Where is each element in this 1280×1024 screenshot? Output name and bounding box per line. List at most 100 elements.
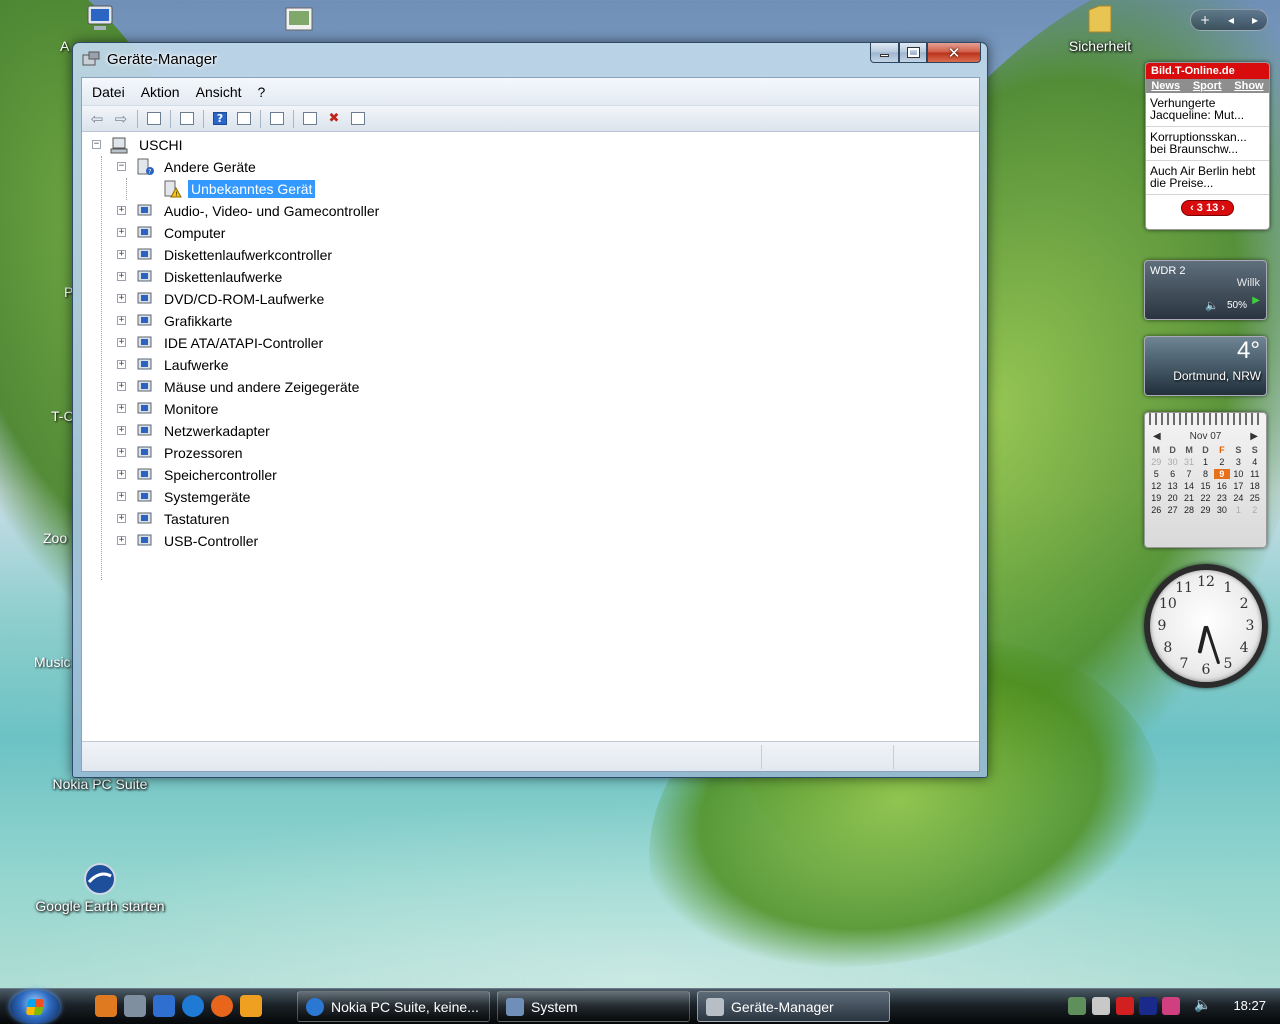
menu-aktion[interactable]: Aktion [133,82,188,102]
show-hide-console-tree-button[interactable] [143,109,165,129]
calendar-day[interactable]: 18 [1247,481,1263,491]
calendar-day[interactable]: 30 [1164,457,1180,467]
menu-help[interactable]: ? [250,82,274,102]
calendar-day[interactable]: 13 [1164,481,1180,491]
menu-datei[interactable]: Datei [84,82,133,102]
forward-button[interactable]: ⇨ [110,109,132,129]
expand-icon[interactable]: + [117,360,126,369]
calendar-day[interactable]: 28 [1181,505,1197,515]
calendar-day[interactable]: 31 [1181,457,1197,467]
collapse-icon[interactable]: − [117,162,126,171]
quicklaunch-switch-windows-icon[interactable] [153,995,175,1017]
tree-node-category[interactable]: + Laufwerke [117,354,232,376]
previous-page-button[interactable]: ◂ [1228,13,1234,27]
update-driver-button[interactable] [299,109,321,129]
uninstall-button[interactable]: ✖ [323,109,345,129]
expand-icon[interactable]: + [117,250,126,259]
calendar-day[interactable]: 3 [1230,457,1246,467]
tree-node-category[interactable]: − ? Andere Geräte [117,156,259,178]
expand-icon[interactable]: + [117,206,126,215]
calendar-day[interactable]: 10 [1230,469,1246,479]
calendar-day[interactable]: 11 [1247,469,1263,479]
calendar-gadget[interactable]: ◀ Nov 07 ▶ M D M D F S S 29 30 31 1 2 3 4 5 6 7 8 9 10 11 12 1… [1144,412,1267,548]
scan-hardware-changes-button[interactable] [266,109,288,129]
close-button[interactable]: ✕ [927,43,981,63]
tree-node-category[interactable]: + Diskettenlaufwerke [117,266,285,288]
expand-icon[interactable]: + [117,448,126,457]
quicklaunch-firefox-icon[interactable] [211,995,233,1017]
expand-icon[interactable]: + [117,470,126,479]
calendar-day[interactable]: 23 [1214,493,1230,503]
calendar-day[interactable]: 12 [1148,481,1164,491]
calendar-day[interactable]: 29 [1197,505,1213,515]
calendar-prev-icon[interactable]: ◀ [1153,431,1161,442]
tree-node-root[interactable]: − USCHI [92,134,186,156]
tree-node-category[interactable]: + Monitore [117,398,221,420]
back-button[interactable]: ⇦ [86,109,108,129]
news-headline[interactable]: Auch Air Berlin hebt die Preise... [1146,161,1269,195]
add-gadget-button[interactable]: + [1200,13,1210,27]
menu-ansicht[interactable]: Ansicht [188,82,250,102]
tree-node-category[interactable]: + Netzwerkadapter [117,420,273,442]
calendar-day[interactable]: 20 [1164,493,1180,503]
desktop-icon-google-earth[interactable]: Google Earth starten [26,862,174,914]
tree-node-category[interactable]: + Mäuse und andere Zeigegeräte [117,376,362,398]
tree-node-category[interactable]: + Systemgeräte [117,486,253,508]
calendar-day[interactable]: 15 [1197,481,1213,491]
desktop-icon-nokia-pc-suite[interactable]: Nokia PC Suite [38,776,162,792]
calendar-day[interactable]: 25 [1247,493,1263,503]
calendar-day[interactable]: 26 [1148,505,1164,515]
tree-node-category[interactable]: + Audio-, Video- und Gamecontroller [117,200,382,222]
expand-icon[interactable]: + [117,316,126,325]
tree-node-category[interactable]: + Grafikkarte [117,310,235,332]
calendar-day[interactable]: 30 [1214,505,1230,515]
tree-node-category[interactable]: + USB-Controller [117,530,261,552]
maximize-button[interactable] [899,43,927,63]
calendar-next-icon[interactable]: ▶ [1250,431,1258,442]
calendar-day[interactable]: 7 [1181,469,1197,479]
tree-node-category[interactable]: + Tastaturen [117,508,232,530]
news-tab-news[interactable]: News [1151,80,1180,92]
taskbar-button-nokia-pc-suite[interactable]: Nokia PC Suite, keine... [297,991,490,1022]
start-button[interactable] [10,990,60,1024]
volume-icon[interactable]: 🔈 [1194,997,1212,1015]
expand-icon[interactable]: + [117,492,126,501]
taskbar-clock[interactable]: 18:27 [1233,998,1266,1013]
calendar-day[interactable]: 2 [1214,457,1230,467]
tree-node-category[interactable]: + Diskettenlaufwerkcontroller [117,244,335,266]
calendar-day[interactable]: 5 [1148,469,1164,479]
expand-icon[interactable]: + [117,338,126,347]
calendar-day[interactable]: 4 [1247,457,1263,467]
calendar-day[interactable]: 14 [1181,481,1197,491]
calendar-day[interactable]: 24 [1230,493,1246,503]
t-online-icon[interactable] [1162,997,1180,1015]
wireless-icon[interactable] [1139,997,1157,1015]
expand-icon[interactable]: + [117,272,126,281]
taskbar-button-geraete-manager[interactable]: Geräte-Manager [697,991,890,1022]
antivirus-icon[interactable] [1116,997,1134,1015]
desktop-icon-computer[interactable] [78,4,122,36]
disable-device-button[interactable] [347,109,369,129]
network-icon[interactable] [1068,997,1086,1015]
desktop-icon-picture[interactable] [282,6,316,34]
expand-icon[interactable]: + [117,536,126,545]
security-warning-icon[interactable] [1092,997,1110,1015]
properties-button[interactable] [176,109,198,129]
minimize-button[interactable] [870,43,899,63]
view-button[interactable] [233,109,255,129]
tree-node-category[interactable]: + Speichercontroller [117,464,280,486]
tree-node-category[interactable]: + Prozessoren [117,442,246,464]
news-tab-show[interactable]: Show [1234,80,1263,92]
calendar-day[interactable]: 17 [1230,481,1246,491]
quicklaunch-media-icon[interactable] [95,995,117,1017]
calendar-day[interactable]: 22 [1197,493,1213,503]
calendar-day[interactable]: 6 [1164,469,1180,479]
calendar-day-today[interactable]: 9 [1213,469,1231,479]
tree-node-category[interactable]: + IDE ATA/ATAPI-Controller [117,332,326,354]
play-icon[interactable]: ▶ [1252,295,1260,306]
expand-icon[interactable]: + [117,514,126,523]
news-headline[interactable]: Korruptionsskan... bei Braunschw... [1146,127,1269,161]
expand-icon[interactable]: + [117,382,126,391]
next-page-button[interactable]: ▸ [1252,13,1258,27]
calendar-day[interactable]: 19 [1148,493,1164,503]
